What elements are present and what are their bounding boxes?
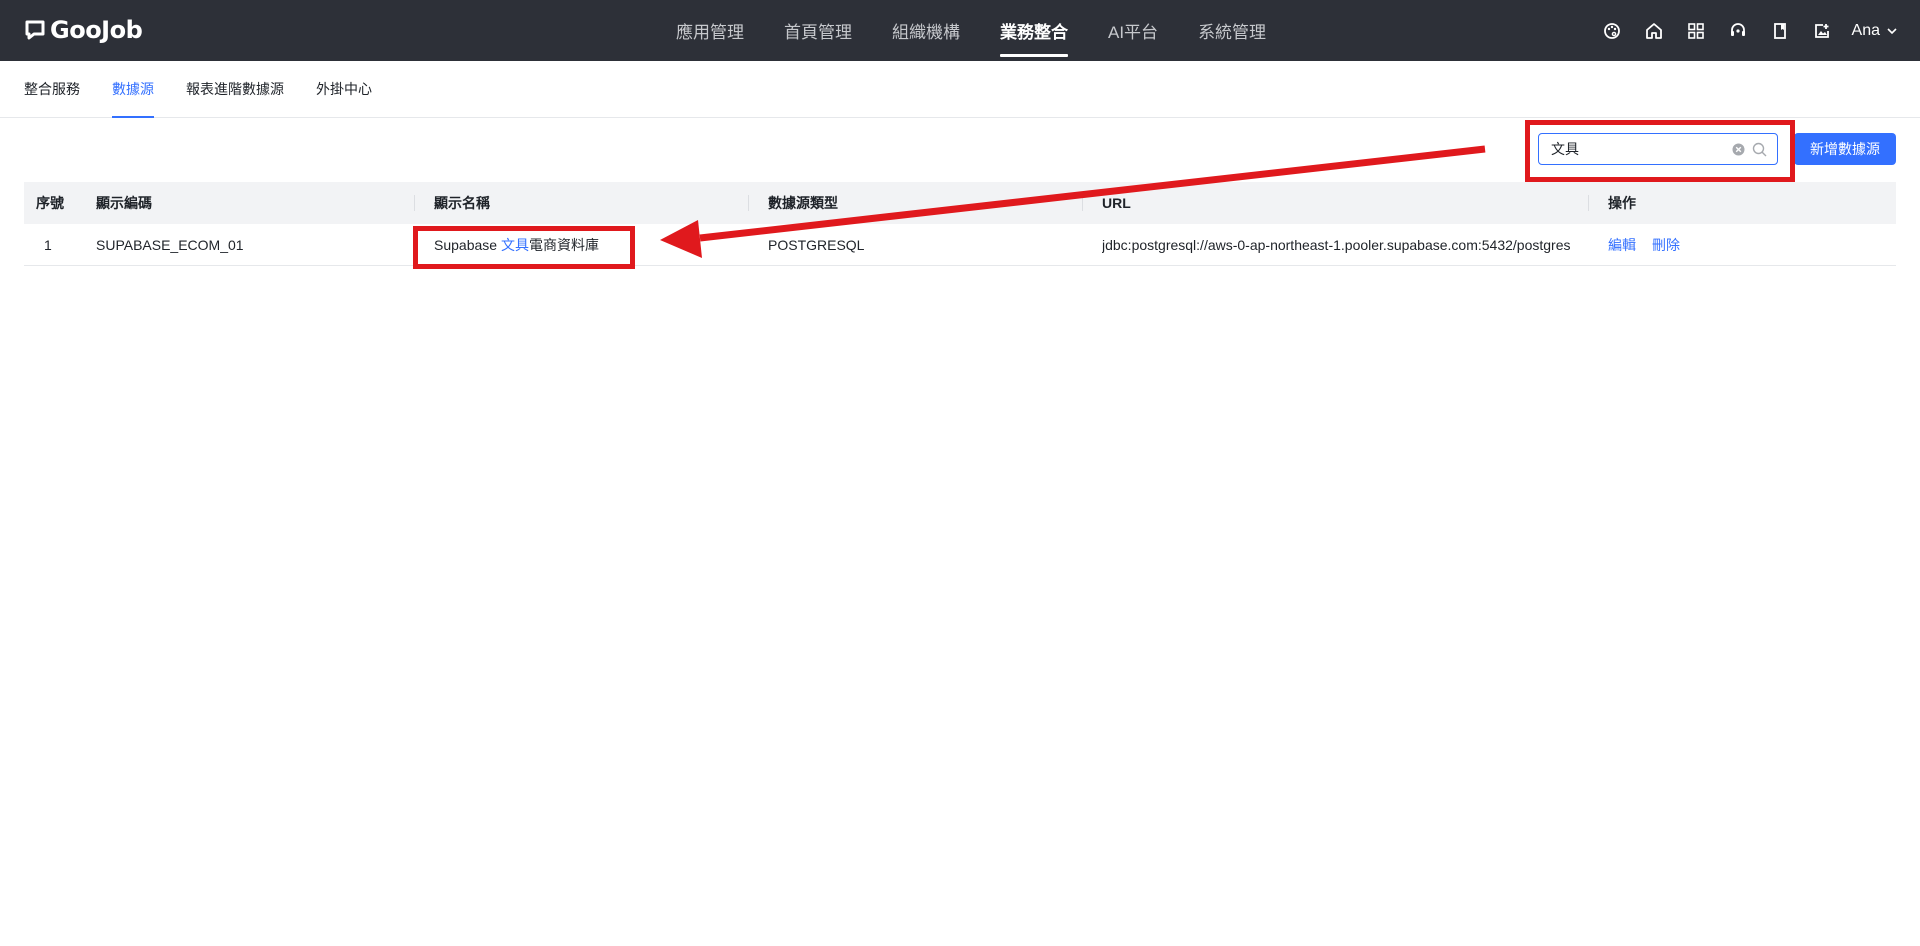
nav-item-label: 首頁管理: [784, 23, 852, 42]
tab-label: 數據源: [112, 81, 154, 97]
image-edit-icon[interactable]: [1812, 21, 1832, 41]
nav-item-label: 組織機構: [892, 23, 960, 42]
user-name: Ana: [1851, 21, 1880, 39]
row-type: POSTGRESQL: [768, 236, 865, 253]
tab-report-advanced-data-source[interactable]: 報表進階數據源: [186, 61, 284, 117]
logo-icon: [25, 20, 45, 40]
nav-item-label: 應用管理: [676, 23, 744, 42]
tab-data-source[interactable]: 數據源: [112, 61, 154, 118]
app-logo[interactable]: GooJob: [24, 16, 143, 44]
main-nav: 應用管理 首頁管理 組織機構 業務整合 AI平台 系統管理: [656, 0, 1286, 61]
annotation-box-name: [413, 226, 635, 269]
column-header-type: 數據源類型: [748, 182, 1082, 224]
nav-item-system-management[interactable]: 系統管理: [1178, 0, 1286, 61]
nav-item-organization[interactable]: 組織機構: [872, 0, 980, 61]
nav-item-label: AI平台: [1108, 23, 1159, 42]
logo-text: GooJob: [50, 16, 143, 44]
apps-grid-icon[interactable]: [1686, 21, 1706, 41]
nav-item-homepage-management[interactable]: 首頁管理: [764, 0, 872, 61]
table-row[interactable]: 1 SUPABASE_ECOM_01 Supabase 文具 電商資料庫 POST…: [24, 224, 1896, 266]
sub-tab-bar: 整合服務 數據源 報表進階數據源 外掛中心: [0, 61, 1920, 118]
tab-integration-service[interactable]: 整合服務: [24, 61, 80, 117]
chevron-down-icon: [1887, 27, 1897, 34]
tab-label: 報表進階數據源: [186, 81, 284, 97]
column-header-code: 顯示編碼: [96, 195, 152, 211]
column-header-url: URL: [1082, 182, 1588, 224]
table-header: 序號 顯示編碼 顯示名稱 數據源類型 URL 操作: [24, 182, 1896, 224]
nav-item-label: 業務整合: [1000, 23, 1068, 42]
edit-link[interactable]: 編輯: [1608, 235, 1636, 255]
nav-item-app-management[interactable]: 應用管理: [656, 0, 764, 61]
row-url-text: jdbc:postgresql://aws-0-ap-northeast-1.p…: [1102, 236, 1571, 253]
row-actions: 編輯 刪除: [1588, 224, 1896, 265]
top-nav-bar: GooJob 應用管理 首頁管理 組織機構 業務整合 AI平台 系統管理 Ana: [0, 0, 1920, 61]
data-source-table: 序號 顯示編碼 顯示名稱 數據源類型 URL 操作 1 SUPABASE_ECO…: [24, 182, 1896, 266]
support-icon[interactable]: [1728, 21, 1748, 41]
palette-icon[interactable]: [1602, 21, 1622, 41]
tab-plugin-center[interactable]: 外掛中心: [316, 61, 372, 117]
column-header-name: 顯示名稱: [414, 182, 748, 224]
tab-label: 外掛中心: [316, 81, 372, 97]
header-actions: Ana: [1580, 0, 1898, 61]
book-icon[interactable]: [1770, 21, 1790, 41]
delete-link[interactable]: 刪除: [1652, 235, 1680, 255]
user-menu[interactable]: Ana: [1852, 22, 1898, 40]
tab-label: 整合服務: [24, 81, 80, 97]
nav-item-business-integration[interactable]: 業務整合: [980, 0, 1088, 61]
annotation-box-search: [1525, 120, 1795, 182]
add-data-source-button[interactable]: 新增數據源: [1794, 133, 1896, 165]
column-header-actions: 操作: [1588, 182, 1896, 224]
row-code: SUPABASE_ECOM_01: [96, 236, 244, 253]
nav-item-ai-platform[interactable]: AI平台: [1088, 0, 1178, 61]
row-index: 1: [44, 236, 52, 253]
column-header-index: 序號: [36, 195, 64, 211]
nav-item-label: 系統管理: [1198, 23, 1267, 42]
home-icon[interactable]: [1644, 21, 1664, 41]
row-url: jdbc:postgresql://aws-0-ap-northeast-1.p…: [1082, 224, 1588, 265]
